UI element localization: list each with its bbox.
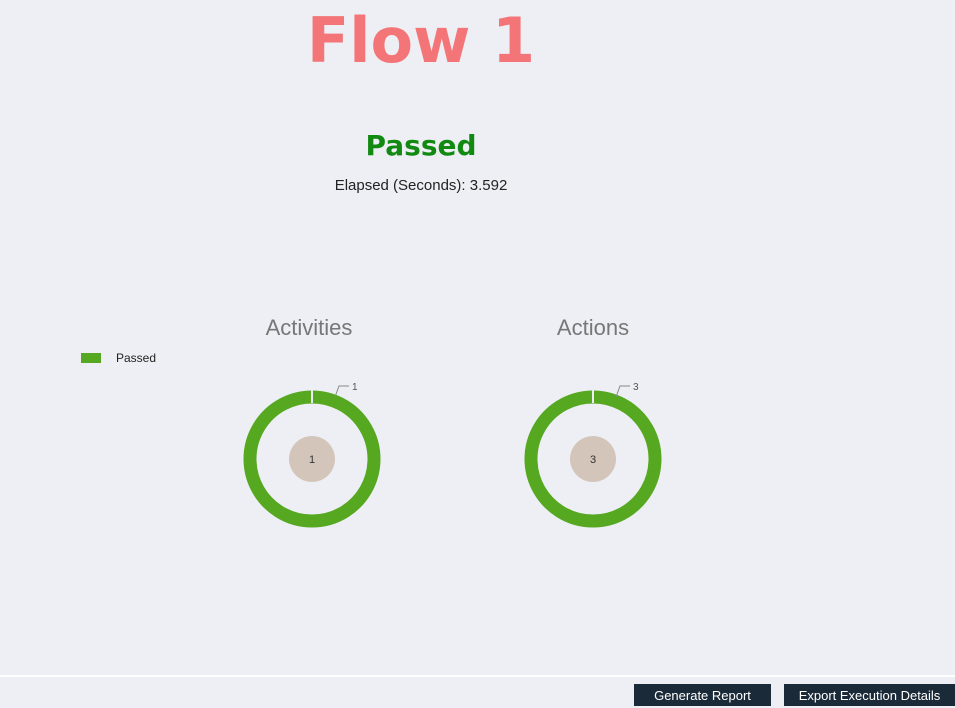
elapsed-label: Elapsed (Seconds): [334, 177, 466, 194]
activities-callout-label: 1 [352, 382, 358, 393]
legend-swatch-passed [81, 353, 101, 363]
execution-status: Passed [365, 129, 477, 162]
generate-report-button[interactable]: Generate Report [634, 684, 771, 706]
actions-donut-chart: 3 3 [524, 382, 662, 528]
elapsed-value: 3.592 [469, 177, 508, 194]
chart-legend: Passed [81, 351, 156, 365]
actions-center-label: 3 [590, 454, 596, 466]
flow-title: Flow 1 [306, 4, 536, 77]
activities-center-label: 1 [309, 454, 315, 466]
actions-callout-label: 3 [633, 382, 639, 393]
activities-chart-title: Activities [265, 315, 353, 340]
activities-donut-chart: 1 1 [243, 382, 381, 528]
legend-label-passed: Passed [116, 351, 157, 365]
footer-divider [0, 675, 955, 677]
elapsed-time: Elapsed (Seconds): 3.592 [0, 177, 842, 194]
actions-chart-title: Actions [556, 315, 630, 340]
export-execution-details-button[interactable]: Export Execution Details [784, 684, 955, 706]
